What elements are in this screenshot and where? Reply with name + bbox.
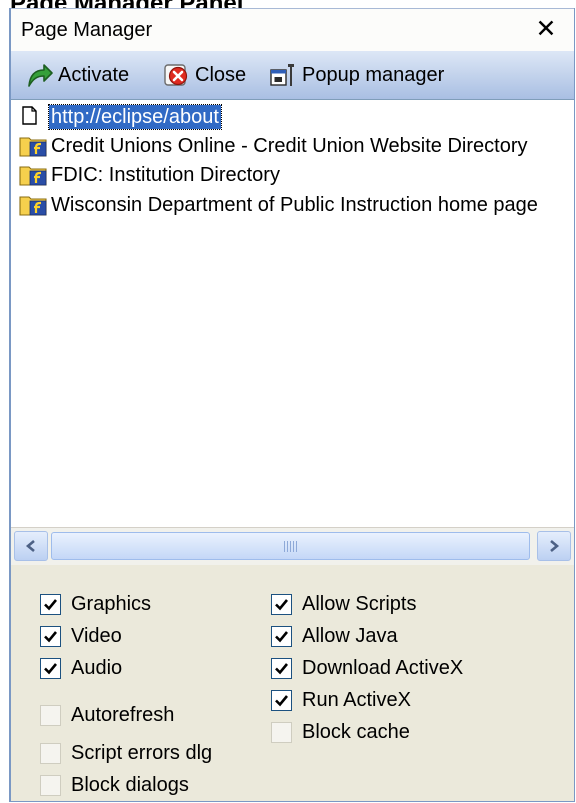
- checkbox-run-activex[interactable]: Run ActiveX: [271, 689, 411, 712]
- checkbox-autorefresh[interactable]: Autorefresh: [40, 704, 174, 727]
- checkbox-script-errors-dlg[interactable]: Script errors dlg: [40, 742, 212, 765]
- checkbox-graphics[interactable]: Graphics: [40, 593, 151, 616]
- popup-manager-label: Popup manager: [302, 63, 445, 86]
- checkmark-icon: [275, 695, 289, 707]
- popup-manager-icon: [268, 60, 298, 90]
- scroll-right-button[interactable]: [537, 531, 571, 561]
- activate-label: Activate: [58, 63, 130, 86]
- checkbox-box[interactable]: [271, 722, 292, 743]
- panel-close-icon[interactable]: ✕: [534, 15, 558, 43]
- folder-icon: [19, 161, 49, 189]
- checkbox-audio[interactable]: Audio: [40, 657, 122, 680]
- checkbox-box[interactable]: [271, 658, 292, 679]
- panel-title: Page Manager: [21, 19, 153, 41]
- checkmark-icon: [44, 663, 58, 675]
- checkbox-label: Block dialogs: [71, 774, 189, 796]
- checkmark-icon: [275, 663, 289, 675]
- checkbox-label: Block cache: [302, 721, 410, 743]
- list-item[interactable]: Credit Unions Online - Credit Union Webs…: [19, 132, 529, 160]
- checkbox-box[interactable]: [40, 775, 61, 796]
- checkbox-label: Allow Scripts: [302, 593, 417, 615]
- checkmark-icon: [44, 631, 58, 643]
- checkbox-box[interactable]: [40, 743, 61, 764]
- horizontal-scrollbar[interactable]: [11, 527, 574, 565]
- checkbox-allow-scripts[interactable]: Allow Scripts: [271, 593, 416, 616]
- checkbox-label: Download ActiveX: [302, 657, 464, 679]
- list-item-label: FDIC: Institution Directory: [51, 164, 280, 186]
- checkbox-label: Audio: [71, 657, 123, 679]
- checkbox-block-cache[interactable]: Block cache: [271, 721, 410, 744]
- folder-icon: [19, 191, 49, 219]
- close-button[interactable]: Close: [161, 59, 246, 91]
- page-icon: [19, 103, 49, 131]
- scroll-left-button[interactable]: [14, 531, 48, 561]
- list-item-label: http://eclipse/about: [48, 104, 222, 130]
- panel-titlebar: Page Manager ✕: [11, 8, 574, 52]
- checkmark-icon: [275, 631, 289, 643]
- checkbox-video[interactable]: Video: [40, 625, 122, 648]
- page-list: http://eclipse/about Credit Unions Onlin…: [11, 100, 574, 527]
- checkbox-download-activex[interactable]: Download ActiveX: [271, 657, 463, 680]
- page-manager-panel: Page Manager ✕ Activate Close Popup mana…: [9, 8, 575, 802]
- list-item-label: Credit Unions Online - Credit Union Webs…: [51, 135, 528, 157]
- checkbox-label: Allow Java: [302, 625, 398, 647]
- checkbox-box[interactable]: [271, 690, 292, 711]
- chevron-right-icon: [550, 540, 560, 552]
- checkbox-box[interactable]: [40, 705, 61, 726]
- checkbox-label: Script errors dlg: [71, 742, 213, 764]
- popup-manager-button[interactable]: Popup manager: [268, 59, 444, 91]
- arrow-icon: [24, 60, 54, 90]
- checkbox-allow-java[interactable]: Allow Java: [271, 625, 398, 648]
- list-item[interactable]: http://eclipse/about: [19, 103, 222, 131]
- checkbox-box[interactable]: [40, 626, 61, 647]
- checkmark-icon: [44, 599, 58, 611]
- scrollbar-thumb[interactable]: [51, 532, 530, 560]
- list-item[interactable]: Wisconsin Department of Public Instructi…: [19, 191, 540, 219]
- close-icon: [161, 60, 191, 90]
- options-area: Graphics Video Audio Autorefresh Script …: [11, 565, 574, 801]
- checkbox-label: Graphics: [71, 593, 152, 615]
- activate-button[interactable]: Activate: [24, 59, 129, 91]
- checkbox-box[interactable]: [40, 658, 61, 679]
- checkbox-block-dialogs[interactable]: Block dialogs: [40, 774, 189, 797]
- close-label: Close: [195, 63, 247, 86]
- list-item-label: Wisconsin Department of Public Instructi…: [51, 194, 538, 216]
- grip-icon: [283, 541, 298, 552]
- folder-icon: [19, 132, 49, 160]
- chevron-left-icon: [25, 540, 35, 552]
- checkbox-label: Video: [71, 625, 122, 647]
- checkbox-box[interactable]: [271, 626, 292, 647]
- checkbox-label: Autorefresh: [71, 704, 175, 726]
- toolbar: Activate Close Popup manager: [11, 51, 574, 100]
- checkbox-label: Run ActiveX: [302, 689, 411, 711]
- checkmark-icon: [275, 599, 289, 611]
- checkbox-box[interactable]: [40, 594, 61, 615]
- checkbox-box[interactable]: [271, 594, 292, 615]
- list-item[interactable]: FDIC: Institution Directory: [19, 161, 282, 189]
